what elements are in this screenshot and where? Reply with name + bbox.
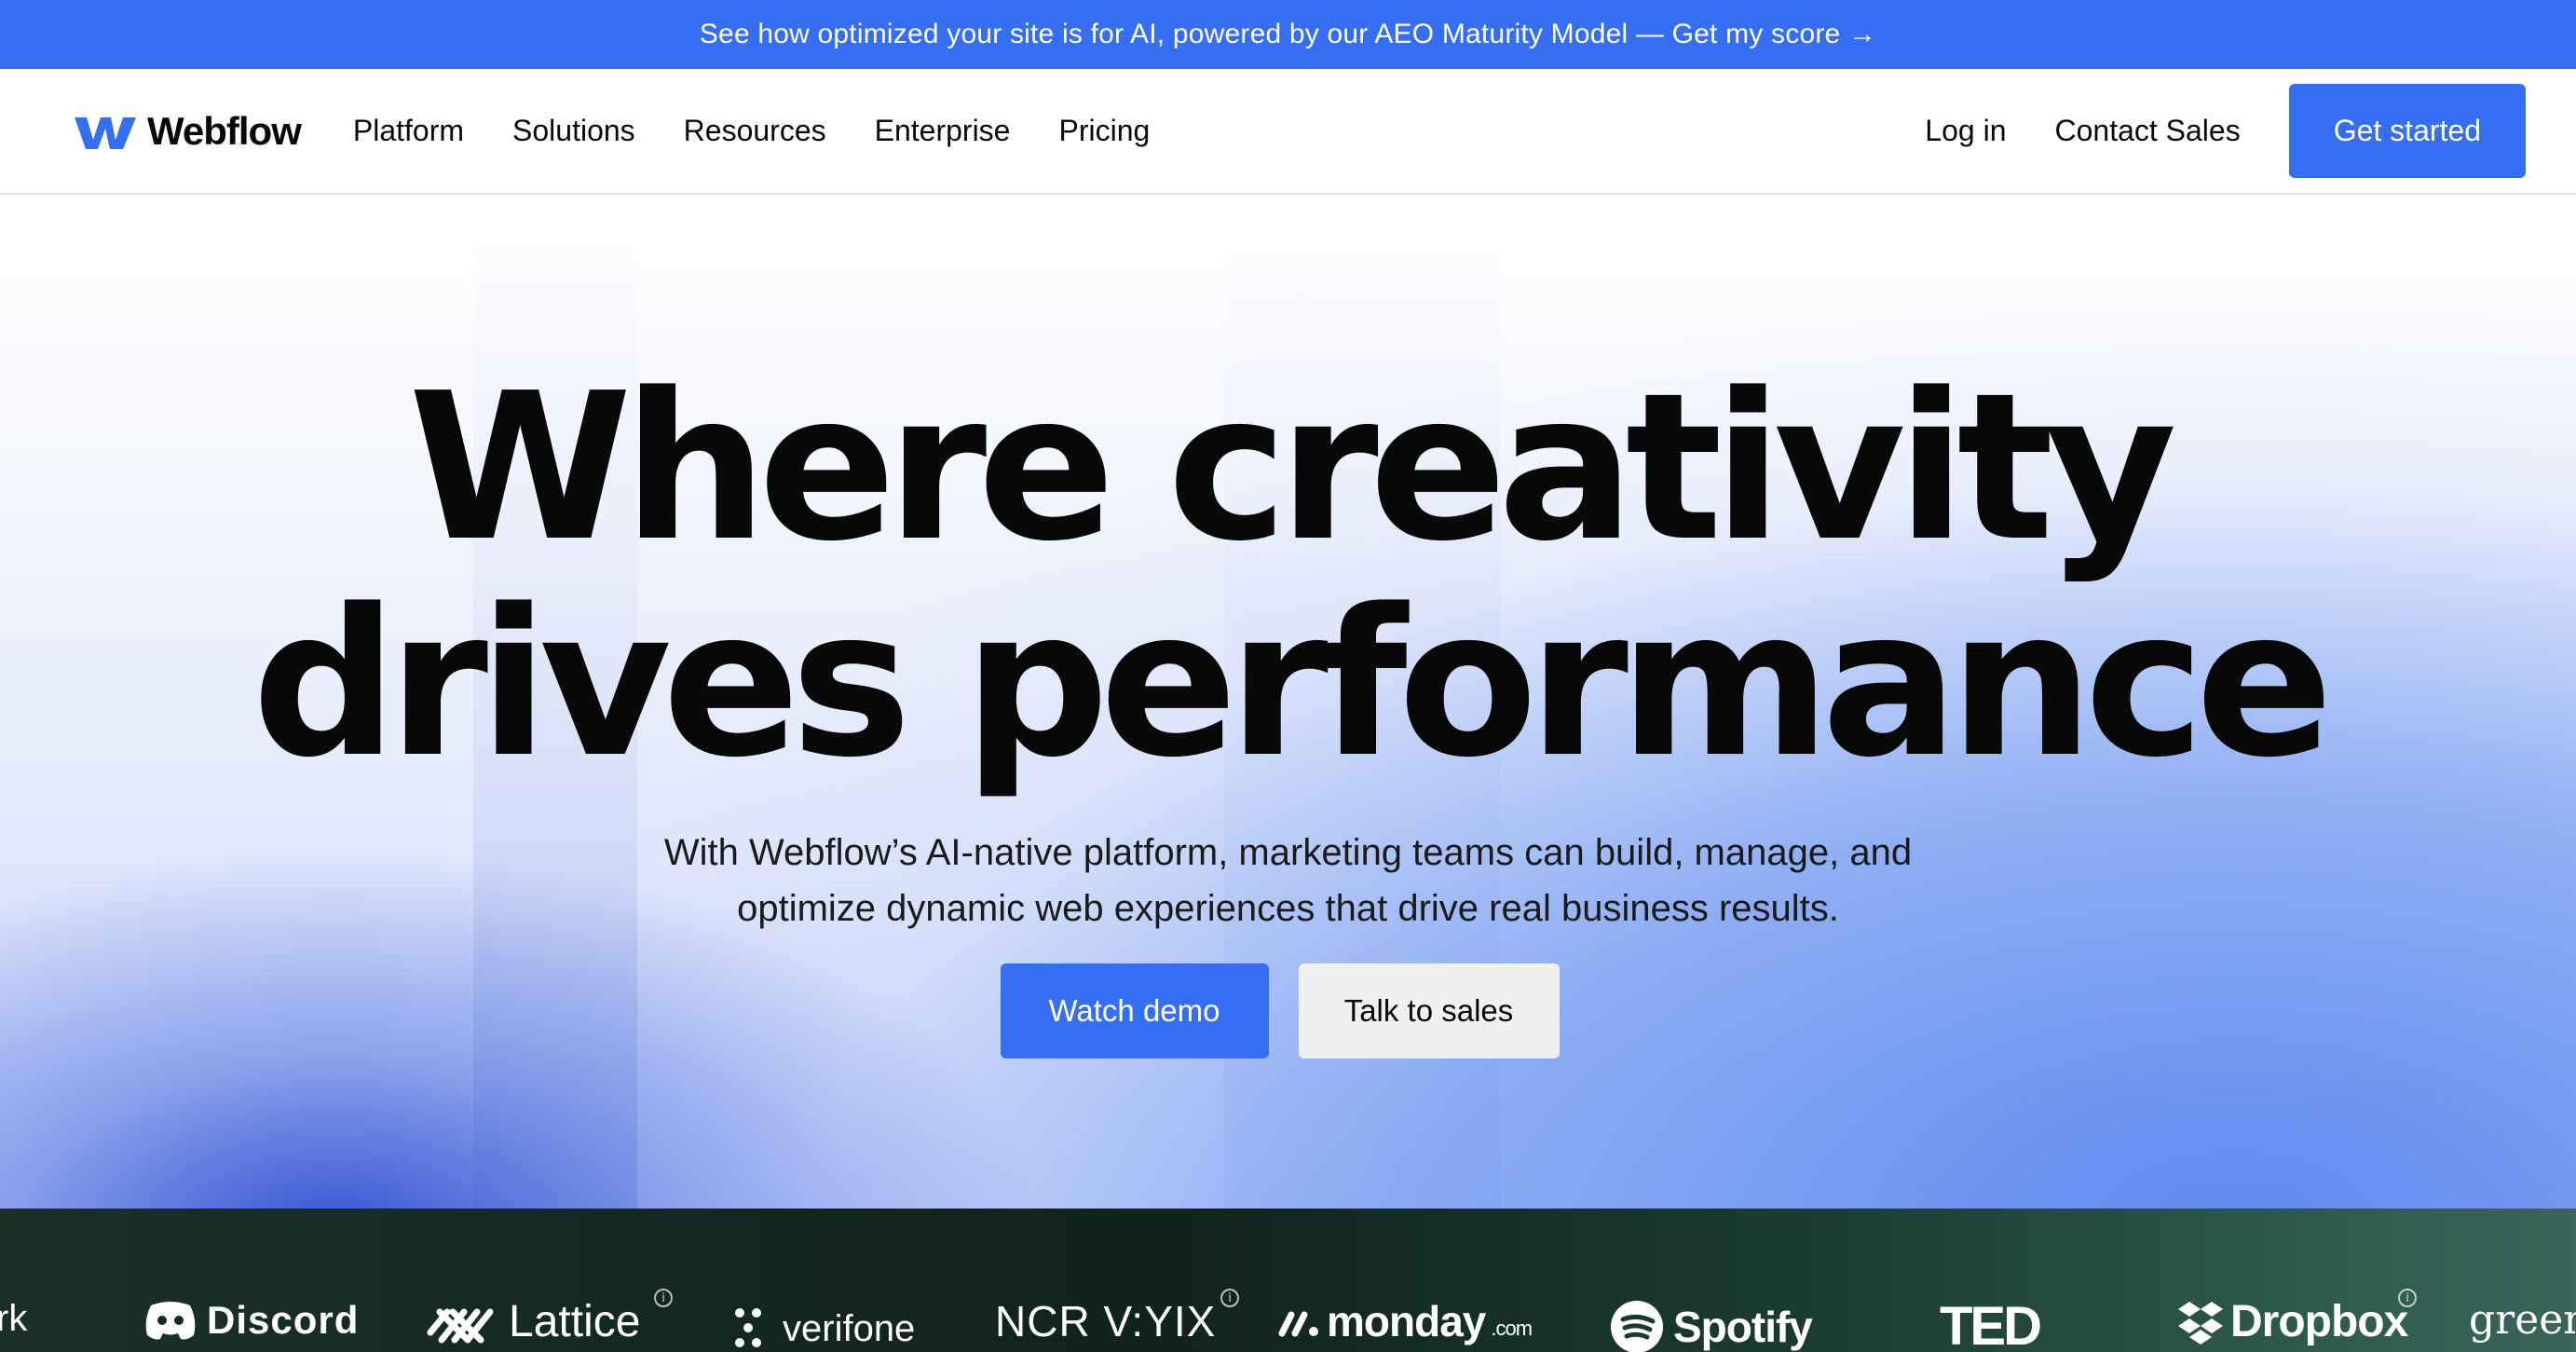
talk-to-sales-button[interactable]: Talk to sales: [1298, 963, 1560, 1058]
logo-dropbox: Dropbox: [2176, 1297, 2408, 1346]
info-icon[interactable]: i: [654, 1289, 673, 1307]
logo-spotify-text: Spotify: [1673, 1303, 1813, 1351]
nav-actions: Log in Contact Sales Get started: [1925, 84, 2526, 178]
hero-headline-line-2: drives performance: [252, 567, 2334, 802]
top-navigation: Webflow Platform Solutions Resources Ent…: [0, 69, 2576, 195]
lattice-icon: [427, 1308, 494, 1344]
info-icon[interactable]: i: [1220, 1289, 1239, 1307]
login-link[interactable]: Log in: [1925, 114, 2006, 148]
get-started-button[interactable]: Get started: [2288, 84, 2526, 178]
logo-ted: TED: [1940, 1296, 2042, 1352]
discord-icon: [145, 1302, 196, 1340]
hero-headline: Where creativity drives performance: [0, 361, 2576, 793]
logo-discord: Discord: [143, 1300, 359, 1341]
info-icon[interactable]: i: [2398, 1289, 2417, 1307]
announcement-bar[interactable]: See how optimized your site is for AI, p…: [0, 0, 2576, 69]
logo-partial-left-text: rk: [0, 1298, 28, 1339]
logo-verifone: verifone: [734, 1307, 915, 1350]
logo-spotify: Spotify: [1610, 1300, 1813, 1352]
hero-headline-line-1: Where creativity: [408, 350, 2177, 586]
logo-verifone-text: verifone: [783, 1308, 916, 1349]
logo-ted-text: TED: [1940, 1296, 2042, 1352]
logo-discord-text: Discord: [207, 1298, 360, 1342]
nav-resources[interactable]: Resources: [684, 114, 826, 148]
logo-greenhouse-text: greenh: [2469, 1296, 2576, 1344]
logo-ncr-voyix-text: NCR V:YIX: [995, 1297, 1217, 1345]
nav-enterprise[interactable]: Enterprise: [875, 114, 1011, 148]
logo-lattice-text: Lattice: [509, 1297, 641, 1346]
main-nav-links: Platform Solutions Resources Enterprise …: [353, 114, 1150, 148]
hero-subtitle: With Webflow’s AI-native platform, marke…: [0, 825, 2576, 936]
webflow-logo-icon: [75, 116, 136, 149]
nav-platform[interactable]: Platform: [353, 114, 464, 148]
logo-lattice: Lattice: [427, 1300, 640, 1345]
hero-subtitle-line-2: optimize dynamic web experiences that dr…: [737, 888, 1839, 929]
brand-name: Webflow: [147, 108, 302, 153]
brand-logo[interactable]: Webflow: [75, 108, 302, 154]
logo-greenhouse-partial: greenh: [2469, 1300, 2576, 1341]
hero-subtitle-line-1: With Webflow’s AI-native platform, marke…: [663, 832, 1913, 873]
nav-pricing[interactable]: Pricing: [1058, 114, 1150, 148]
logo-partial-left: rk: [0, 1300, 27, 1337]
logo-dropbox-text: Dropbox: [2230, 1297, 2408, 1346]
verifone-dots-icon: [735, 1308, 761, 1347]
announcement-text[interactable]: See how optimized your site is for AI, p…: [700, 19, 1876, 50]
logo-monday-suffix: .com: [1491, 1317, 1533, 1340]
contact-sales-link[interactable]: Contact Sales: [2054, 114, 2240, 148]
logo-ncr-voyix: NCR V:YIX: [995, 1300, 1216, 1343]
customer-logo-strip: rk Discord Lattice i verifone NCR V:YIX …: [0, 1209, 2576, 1352]
nav-solutions[interactable]: Solutions: [512, 114, 635, 148]
hero-actions: Watch demo Talk to sales: [0, 963, 2576, 1058]
spotify-icon: [1611, 1301, 1663, 1352]
logo-monday: monday .com: [1278, 1297, 1533, 1345]
watch-demo-button[interactable]: Watch demo: [1000, 963, 1269, 1058]
logo-monday-text: monday: [1327, 1297, 1486, 1345]
dropbox-icon: [2178, 1302, 2223, 1345]
hero-section: Where creativity drives performance With…: [0, 195, 2576, 1209]
monday-icon: [1278, 1311, 1318, 1337]
